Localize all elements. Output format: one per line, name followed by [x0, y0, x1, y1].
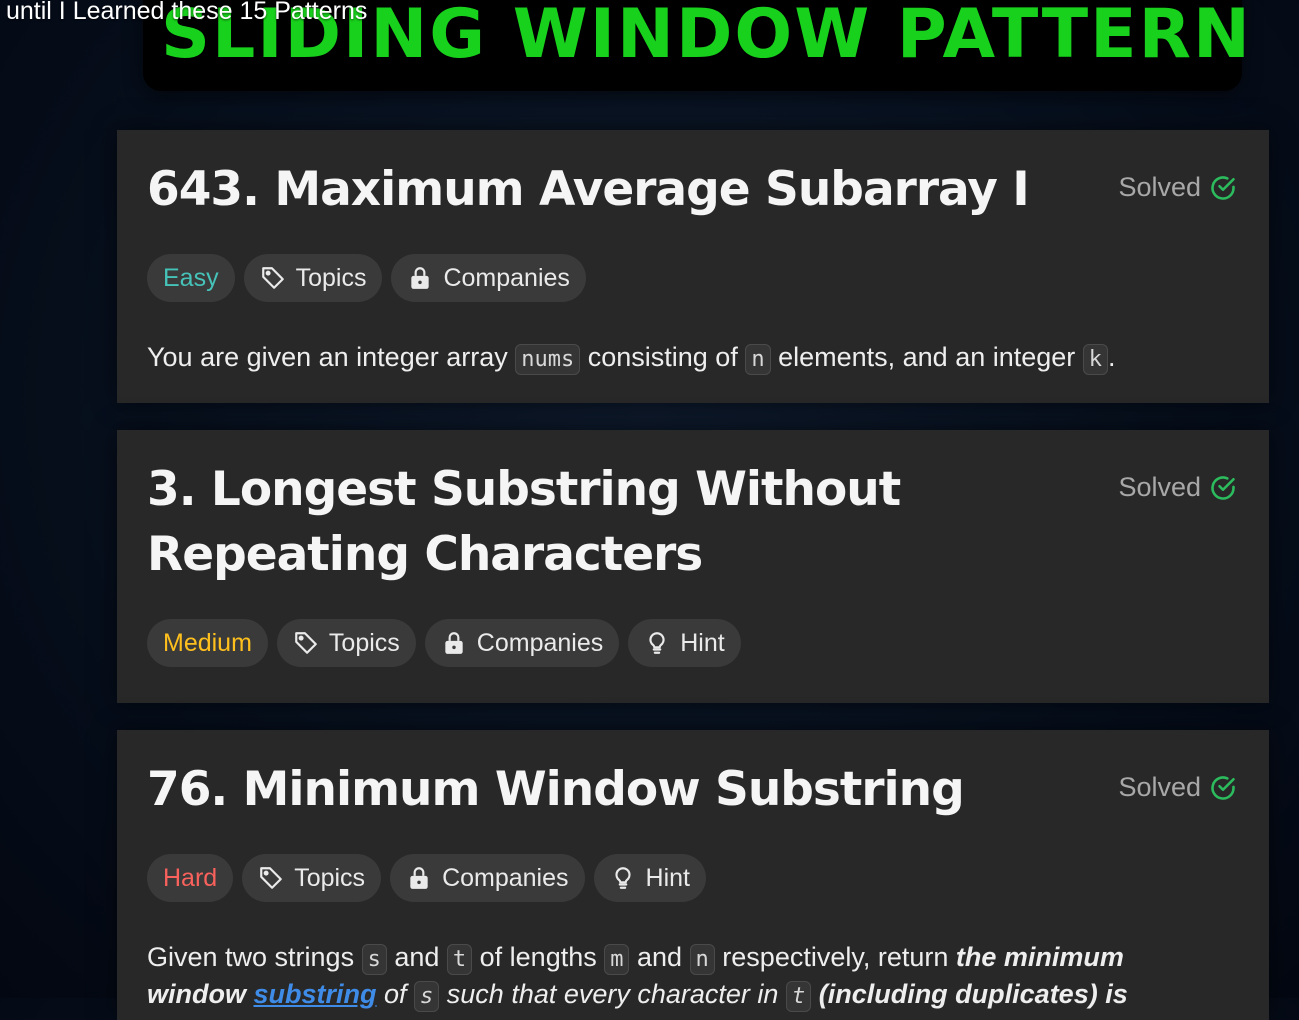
inline-code: s [361, 944, 387, 975]
substring-link[interactable]: substring [253, 979, 376, 1009]
hint-button[interactable]: Hint [628, 619, 741, 667]
topics-label: Topics [294, 863, 366, 892]
companies-label: Companies [442, 863, 569, 892]
problem-title[interactable]: 643. Maximum Average Subarray I [147, 157, 1047, 222]
inline-code: m [604, 944, 630, 975]
problem-description: You are given an integer array nums cons… [147, 337, 1116, 380]
solved-status: Solved [1118, 172, 1237, 203]
companies-label: Companies [476, 628, 604, 657]
inline-code: t [446, 944, 473, 975]
tag-row: Medium Topics Companies Hint [147, 619, 741, 667]
solved-label: Solved [1118, 472, 1201, 502]
lightbulb-icon [644, 630, 670, 656]
inline-code: s [414, 981, 440, 1012]
lock-icon [407, 265, 433, 291]
video-title: until I Learned these 15 Patterns [6, 0, 368, 25]
companies-button[interactable]: Companies [390, 854, 585, 902]
hint-button[interactable]: Hint [593, 854, 706, 902]
topics-button[interactable]: Topics [243, 254, 383, 302]
tag-row: Easy Topics Companies [147, 254, 586, 302]
tag-row: Hard Topics Companies Hint [147, 854, 706, 902]
topics-label: Topics [295, 263, 367, 292]
difficulty-badge: Easy [147, 254, 235, 302]
hint-label: Hint [680, 628, 725, 657]
inline-code: n [689, 944, 715, 975]
inline-code: nums [515, 344, 581, 375]
difficulty-label: Easy [163, 263, 219, 292]
topics-button[interactable]: Topics [242, 854, 382, 902]
lock-icon [441, 630, 467, 656]
solved-label: Solved [1118, 172, 1201, 202]
difficulty-label: Hard [163, 863, 218, 892]
solved-label: Solved [1118, 772, 1201, 802]
check-circle-icon [1209, 474, 1237, 502]
topics-button[interactable]: Topics [276, 619, 416, 667]
inline-code: t [785, 981, 812, 1012]
difficulty-badge: Medium [147, 619, 268, 667]
hint-label: Hint [645, 863, 690, 892]
problem-card: 3. Longest Substring Without Repeating C… [117, 430, 1269, 703]
lightbulb-icon [610, 865, 636, 891]
inline-code: n [745, 344, 771, 375]
tag-icon [260, 265, 286, 291]
problem-title[interactable]: 76. Minimum Window Substring [147, 757, 1047, 822]
lock-icon [406, 865, 432, 891]
tag-icon [293, 630, 319, 656]
check-circle-icon [1209, 774, 1237, 802]
problem-card: 643. Maximum Average Subarray I Solved E… [117, 130, 1269, 403]
problem-title[interactable]: 3. Longest Substring Without Repeating C… [147, 457, 1087, 587]
companies-button[interactable]: Companies [424, 619, 620, 667]
companies-button[interactable]: Companies [391, 254, 586, 302]
solved-status: Solved [1118, 772, 1237, 803]
difficulty-badge: Hard [147, 854, 234, 902]
tag-icon [258, 865, 284, 891]
problem-card: 76. Minimum Window Substring Solved Hard… [117, 730, 1269, 1020]
companies-label: Companies [443, 263, 570, 292]
problem-description-line-2: window substring of s such that every ch… [147, 974, 1128, 1017]
topics-label: Topics [328, 628, 400, 657]
solved-status: Solved [1118, 472, 1237, 503]
difficulty-label: Medium [163, 628, 252, 657]
check-circle-icon [1209, 174, 1237, 202]
inline-code: k [1082, 344, 1109, 375]
